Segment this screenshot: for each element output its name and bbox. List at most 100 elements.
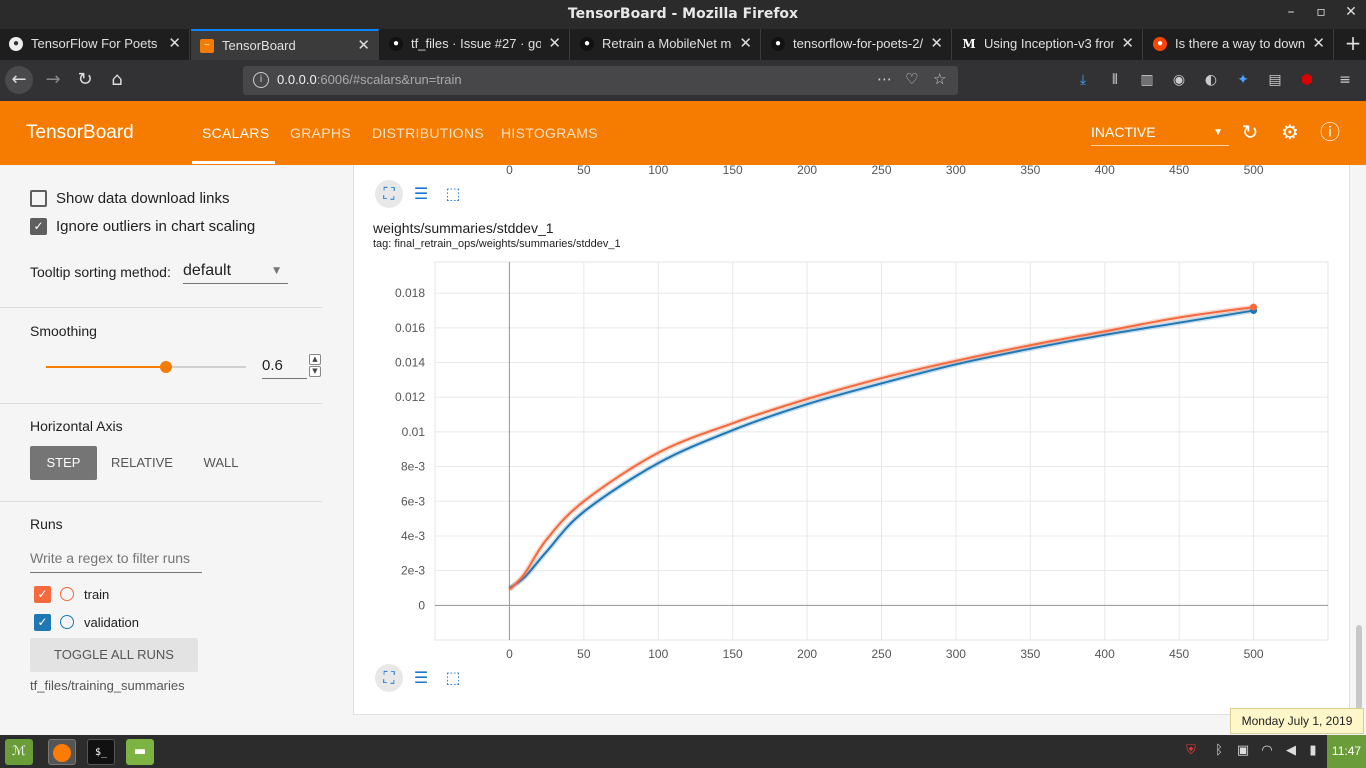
- axis-relative-button[interactable]: RELATIVE: [106, 446, 178, 480]
- divider: [0, 403, 322, 404]
- reload-icon[interactable]: ↻: [71, 66, 99, 94]
- tab-using-inception[interactable]: M Using Inception-v3 from ✕: [953, 29, 1143, 60]
- tab-retrain-mobilenet[interactable]: ● Retrain a MobileNet mo ✕: [571, 29, 761, 60]
- minimize-icon[interactable]: –: [1280, 4, 1302, 20]
- smoothing-slider-knob[interactable]: [160, 361, 172, 373]
- date-tooltip: Monday July 1, 2019: [1230, 708, 1364, 734]
- mint-menu-icon[interactable]: ℳ: [5, 739, 33, 765]
- fit-domain-icon[interactable]: ⬚: [439, 664, 467, 692]
- fit-domain-icon[interactable]: ⬚: [439, 180, 467, 208]
- firefox-icon[interactable]: [48, 739, 76, 765]
- show-download-links-label: Show data download links: [56, 190, 230, 207]
- new-tab-icon[interactable]: +: [1340, 29, 1366, 60]
- address-bar[interactable]: i 0.0.0.0:6006/#scalars&run=train ⋯ ♡ ☆: [243, 66, 958, 95]
- x-tick-label: 200: [797, 647, 817, 661]
- axis-step-button[interactable]: STEP: [30, 446, 97, 480]
- close-tab-icon[interactable]: ✕: [739, 34, 752, 52]
- library-icon[interactable]: ⫴: [1105, 70, 1125, 90]
- volume-icon[interactable]: ◀: [1282, 742, 1300, 760]
- run-regex-input[interactable]: Write a regex to filter runs: [30, 548, 202, 573]
- axis-wall-button[interactable]: WALL: [192, 446, 250, 480]
- pocket-icon[interactable]: ♡: [905, 70, 918, 88]
- run-train-checkbox[interactable]: ✓: [34, 586, 51, 603]
- x-tick-label: 450: [1169, 647, 1189, 661]
- home-icon[interactable]: ⌂: [103, 66, 131, 94]
- battery-icon[interactable]: ▮: [1304, 742, 1322, 760]
- close-tab-icon[interactable]: ✕: [930, 34, 943, 52]
- run-validation-checkbox[interactable]: ✓: [34, 614, 51, 631]
- expand-chart-icon[interactable]: ⛶: [375, 664, 403, 692]
- x-tick-label: 100: [648, 163, 669, 177]
- chart-title: weights/summaries/stddev_1: [373, 220, 554, 236]
- sync-icon[interactable]: ◐: [1201, 70, 1221, 90]
- clock[interactable]: 11:47: [1327, 735, 1366, 768]
- tab-histograms[interactable]: HISTOGRAMS: [501, 125, 598, 141]
- close-tab-icon[interactable]: ✕: [1312, 34, 1325, 52]
- extension-icon[interactable]: ◉: [1169, 70, 1189, 90]
- maximize-icon[interactable]: ▫: [1310, 4, 1332, 20]
- info-icon[interactable]: i: [253, 72, 269, 88]
- tab-distributions[interactable]: DISTRIBUTIONS: [372, 125, 484, 141]
- back-arrow-icon[interactable]: ←: [5, 66, 33, 94]
- help-icon[interactable]: ⓘ: [1318, 120, 1342, 144]
- tab-tensorboard[interactable]: ~ TensorBoard ✕: [191, 29, 379, 60]
- toggle-all-runs-button[interactable]: TOGGLE ALL RUNS: [30, 638, 198, 672]
- wifi-icon[interactable]: ◠: [1258, 742, 1276, 760]
- terminal-icon[interactable]: $_: [87, 739, 115, 765]
- refresh-icon[interactable]: ↻: [1238, 120, 1262, 144]
- file-manager-icon[interactable]: ▬: [126, 739, 154, 765]
- plugin-select[interactable]: INACTIVE ▼: [1091, 124, 1229, 146]
- toggle-log-scale-icon[interactable]: ☰: [407, 180, 435, 208]
- toggle-log-scale-icon[interactable]: ☰: [407, 664, 435, 692]
- show-download-links-checkbox[interactable]: [30, 190, 47, 207]
- x-tick-label: 450: [1169, 163, 1190, 177]
- runs-label: Runs: [30, 516, 63, 532]
- close-tab-icon[interactable]: ✕: [357, 36, 370, 54]
- extension-icon[interactable]: ▤: [1265, 70, 1285, 90]
- forward-arrow-icon[interactable]: →: [39, 66, 67, 94]
- divider: [0, 307, 322, 308]
- spin-up-icon[interactable]: ▲: [309, 354, 321, 365]
- address-url[interactable]: 0.0.0.0:6006/#scalars&run=train: [277, 72, 462, 87]
- bookmark-star-icon[interactable]: ☆: [933, 70, 946, 88]
- x-tick-label: 350: [1020, 163, 1041, 177]
- spin-down-icon[interactable]: ▼: [309, 366, 321, 377]
- hamburger-menu-icon[interactable]: ≡: [1335, 70, 1355, 90]
- close-window-icon[interactable]: ✕: [1340, 4, 1362, 20]
- clipboard-icon[interactable]: ▣: [1234, 742, 1252, 760]
- url-path: :6006/#scalars&run=train: [316, 72, 462, 87]
- tab-tensorflow-for-poets-2[interactable]: ● tensorflow-for-poets-2/ ✕: [762, 29, 952, 60]
- expand-chart-icon[interactable]: ⛶: [375, 180, 403, 208]
- active-tab-indicator: [192, 161, 275, 164]
- smoothing-input[interactable]: 0.6: [262, 355, 307, 379]
- page-actions-icon[interactable]: ⋯: [877, 70, 892, 88]
- tab-label: TensorFlow For Poets: [31, 36, 158, 51]
- close-tab-icon[interactable]: ✕: [168, 34, 181, 52]
- extension-icon[interactable]: ✦: [1233, 70, 1253, 90]
- tab-github-issue[interactable]: ● tf_files · Issue #27 · goo ✕: [380, 29, 570, 60]
- run-train-color-icon[interactable]: [60, 587, 74, 601]
- x-tick-label: 400: [1094, 163, 1115, 177]
- window-titlebar: TensorBoard - Mozilla Firefox – ▫ ✕: [0, 0, 1366, 29]
- sidebar-icon[interactable]: ▥: [1137, 70, 1157, 90]
- tab-scalars[interactable]: SCALARS: [202, 125, 269, 141]
- ublock-icon[interactable]: ⬢: [1297, 70, 1317, 90]
- tab-tensorflow-for-poets[interactable]: ● TensorFlow For Poets ✕: [0, 29, 190, 60]
- horizontal-axis-label: Horizontal Axis: [30, 418, 123, 434]
- tab-reddit[interactable]: ● Is there a way to downl ✕: [1144, 29, 1334, 60]
- line-chart[interactable]: 0 50 100 150 200 250 300 350 400 450 500 0 2e-3 4e-3 6…: [370, 255, 1340, 665]
- tooltip-sorting-select[interactable]: default ▼: [183, 260, 288, 284]
- shield-icon[interactable]: ⛨: [1182, 742, 1200, 760]
- logdir-path: tf_files/training_summaries: [30, 678, 185, 693]
- tab-graphs[interactable]: GRAPHS: [290, 125, 351, 141]
- run-validation-color-icon[interactable]: [60, 615, 74, 629]
- settings-gear-icon[interactable]: ⚙: [1278, 120, 1302, 144]
- bluetooth-icon[interactable]: ᛒ: [1210, 742, 1228, 760]
- download-icon[interactable]: ⤓: [1073, 70, 1093, 90]
- ignore-outliers-checkbox[interactable]: ✓: [30, 218, 47, 235]
- tab-label: Is there a way to downl: [1175, 36, 1305, 51]
- close-tab-icon[interactable]: ✕: [1121, 34, 1134, 52]
- y-tick-label: 0: [418, 598, 425, 612]
- url-host: 0.0.0.0: [277, 72, 317, 87]
- close-tab-icon[interactable]: ✕: [548, 34, 561, 52]
